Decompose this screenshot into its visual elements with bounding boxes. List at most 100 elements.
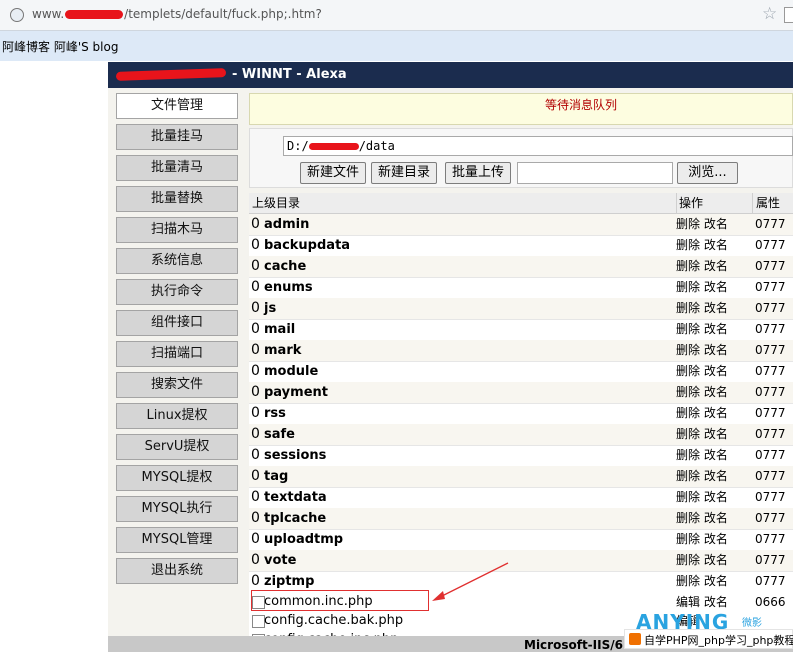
dir-name-link[interactable]: tplcache — [264, 508, 326, 529]
row-attr: 0777 — [755, 490, 786, 504]
upload-file-input[interactable] — [517, 162, 673, 184]
row-actions[interactable]: 删除 改名 — [676, 340, 728, 361]
row-actions[interactable]: 编辑 改名 — [676, 592, 728, 612]
row-actions[interactable]: 删除 改名 — [676, 571, 728, 592]
menu-item[interactable]: 批量清马 — [116, 155, 238, 181]
dir-count: 0 — [251, 384, 260, 400]
row-actions[interactable]: 删除 改名 — [676, 466, 728, 487]
row-attr: 0777 — [755, 364, 786, 378]
dir-name-link[interactable]: uploadtmp — [264, 529, 343, 550]
redaction-mark — [65, 10, 124, 19]
dir-name-link[interactable]: backupdata — [264, 235, 350, 256]
dir-count: 0 — [251, 426, 260, 442]
dir-name-link[interactable]: enums — [264, 277, 313, 298]
row-actions[interactable]: 删除 改名 — [676, 529, 728, 550]
row-attr: 0777 — [755, 301, 786, 315]
dir-name-link[interactable]: module — [264, 361, 318, 382]
table-row: 0 module 删除 改名 0777 — [249, 361, 793, 383]
row-actions[interactable]: 删除 改名 — [676, 277, 728, 298]
dir-count: 0 — [251, 300, 260, 316]
menu-item[interactable]: 文件管理 — [116, 93, 238, 119]
dir-name-link[interactable]: tag — [264, 466, 288, 487]
table-row: 0 cache 删除 改名 0777 — [249, 256, 793, 278]
dir-name-link[interactable]: textdata — [264, 487, 327, 508]
new-dir-button[interactable]: 新建目录 — [371, 162, 437, 184]
server-label: Microsoft-IIS/6.0 — [524, 638, 636, 652]
dir-count: 0 — [251, 468, 260, 484]
menu-item[interactable]: Linux提权 — [116, 403, 238, 429]
dir-count: 0 — [251, 258, 260, 274]
page-icon[interactable] — [784, 7, 793, 23]
file-name-link[interactable]: config.cache.bak.php — [264, 611, 403, 631]
row-actions[interactable]: 删除 改名 — [676, 361, 728, 382]
row-attr: 0777 — [755, 448, 786, 462]
bookmark-item[interactable]: 阿峰博客 阿峰'S blog — [2, 38, 118, 55]
table-row: 0 uploadtmp 删除 改名 0777 — [249, 529, 793, 551]
menu-item[interactable]: 退出系统 — [116, 558, 238, 584]
row-actions[interactable]: 删除 改名 — [676, 403, 728, 424]
dir-count: 0 — [251, 363, 260, 379]
menu-item[interactable]: 执行命令 — [116, 279, 238, 305]
row-actions[interactable]: 删除 改名 — [676, 298, 728, 319]
url-text[interactable]: www./templets/default/fuck.php;.htm? — [32, 7, 322, 21]
row-actions[interactable]: 删除 改名 — [676, 445, 728, 466]
menu-item[interactable]: MYSQL管理 — [116, 527, 238, 553]
dir-name-link[interactable]: ziptmp — [264, 571, 314, 592]
dir-name-link[interactable]: cache — [264, 256, 306, 277]
shell-title-bar: - WINNT - Alexa — [108, 62, 793, 88]
star-icon[interactable]: ☆ — [762, 4, 777, 24]
menu-item[interactable]: 组件接口 — [116, 310, 238, 336]
menu-item[interactable]: ServU提权 — [116, 434, 238, 460]
row-actions[interactable]: 删除 改名 — [676, 424, 728, 445]
bookmarks-bar: 阿峰博客 阿峰'S blog — [0, 31, 793, 61]
row-attr: 0777 — [755, 259, 786, 273]
row-attr: 0777 — [755, 385, 786, 399]
menu-item[interactable]: 搜索文件 — [116, 372, 238, 398]
table-row: 0 vote 删除 改名 0777 — [249, 550, 793, 572]
browse-button[interactable]: 浏览... — [677, 162, 738, 184]
menu-item[interactable]: 扫描端口 — [116, 341, 238, 367]
dir-name-link[interactable]: rss — [264, 403, 286, 424]
dir-name-link[interactable]: payment — [264, 382, 328, 403]
dir-count: 0 — [251, 552, 260, 568]
row-actions[interactable]: 删除 改名 — [676, 487, 728, 508]
dir-name-link[interactable]: vote — [264, 550, 296, 571]
row-actions[interactable]: 删除 改名 — [676, 550, 728, 571]
path-input[interactable]: D://data — [283, 136, 793, 156]
menu-item[interactable]: 批量替换 — [116, 186, 238, 212]
batch-upload-button[interactable]: 批量上传 — [445, 162, 511, 184]
row-attr: 0777 — [755, 280, 786, 294]
dir-name-link[interactable]: mark — [264, 340, 301, 361]
message-queue: 等待消息队列 — [249, 93, 793, 125]
row-actions[interactable]: 删除 改名 — [676, 214, 728, 235]
row-actions[interactable]: 删除 改名 — [676, 256, 728, 277]
row-actions[interactable]: 删除 改名 — [676, 508, 728, 529]
dir-count: 0 — [251, 216, 260, 232]
menu-item[interactable]: MYSQL提权 — [116, 465, 238, 491]
address-bar[interactable]: www./templets/default/fuck.php;.htm? ☆ — [0, 0, 793, 31]
menu-item[interactable]: MYSQL执行 — [116, 496, 238, 522]
menu-item[interactable]: 系统信息 — [116, 248, 238, 274]
row-actions[interactable]: 删除 改名 — [676, 319, 728, 340]
dir-name-link[interactable]: sessions — [264, 445, 326, 466]
table-row: 0 safe 删除 改名 0777 — [249, 424, 793, 446]
row-actions[interactable]: 删除 改名 — [676, 235, 728, 256]
row-attr: 0777 — [755, 406, 786, 420]
dir-name-link[interactable]: mail — [264, 319, 295, 340]
parent-dir-link[interactable]: 上级目录 — [252, 193, 300, 213]
dir-name-link[interactable]: admin — [264, 214, 309, 235]
watermark-bar: 自学PHP网_php学习_php教程 — [624, 629, 793, 649]
dir-name-link[interactable]: safe — [264, 424, 295, 445]
row-attr: 0777 — [755, 322, 786, 336]
globe-icon — [10, 8, 24, 22]
row-attr: 0777 — [755, 532, 786, 546]
dir-name-link[interactable]: js — [264, 298, 276, 319]
dir-count: 0 — [251, 531, 260, 547]
row-actions[interactable]: 删除 改名 — [676, 382, 728, 403]
webshell-panel: - WINNT - Alexa 文件管理批量挂马批量清马批量替换扫描木马系统信息… — [108, 62, 793, 653]
row-attr: 0777 — [755, 217, 786, 231]
redaction-mark — [308, 143, 359, 150]
new-file-button[interactable]: 新建文件 — [300, 162, 366, 184]
menu-item[interactable]: 批量挂马 — [116, 124, 238, 150]
menu-item[interactable]: 扫描木马 — [116, 217, 238, 243]
